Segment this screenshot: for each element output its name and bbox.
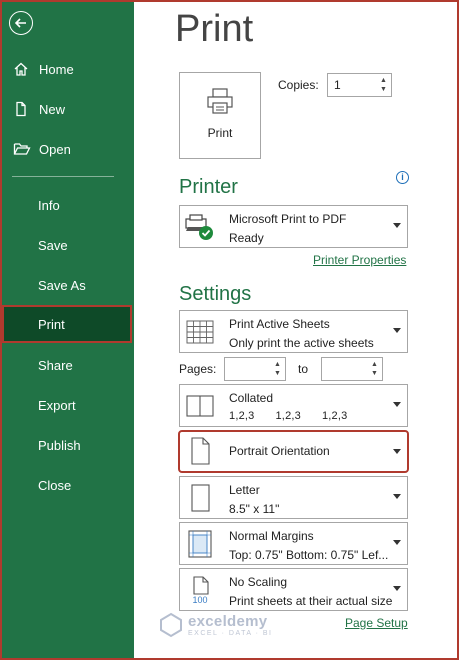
sidebar-item-publish[interactable]: Publish xyxy=(0,427,134,463)
printer-icon xyxy=(207,88,233,114)
printer-ready-icon xyxy=(185,214,213,240)
printer-status: Ready xyxy=(229,231,264,245)
chevron-down-icon xyxy=(393,449,401,454)
back-arrow-icon[interactable] xyxy=(9,11,33,35)
paper-size-dropdown[interactable]: Letter 8.5" x 11" xyxy=(179,476,408,519)
sidebar-item-share[interactable]: Share xyxy=(0,347,134,383)
collation-dropdown[interactable]: Collated 1,2,3 1,2,3 1,2,3 xyxy=(179,384,408,427)
scaling-icon-text: 100 xyxy=(192,595,207,604)
collation-title: Collated xyxy=(229,391,274,405)
new-document-icon xyxy=(13,100,35,118)
chevron-down-icon xyxy=(393,328,401,333)
info-icon[interactable]: i xyxy=(396,171,409,184)
sidebar-item-label: Export xyxy=(38,397,76,413)
chevron-down-icon xyxy=(393,223,401,228)
sidebar-item-info[interactable]: Info xyxy=(0,187,134,223)
settings-section-title: Settings xyxy=(179,283,252,305)
scaling-icon: 100 xyxy=(192,576,209,604)
pages-to-input[interactable]: ▲ ▼ xyxy=(321,357,383,381)
sidebar-item-label: New xyxy=(39,101,66,117)
sidebar-item-label: Info xyxy=(38,197,60,213)
watermark-tagline: EXCEL · DATA · BI xyxy=(188,630,273,637)
paper-size-icon xyxy=(191,484,210,512)
sidebar-item-close[interactable]: Close xyxy=(0,467,134,503)
scaling-dropdown[interactable]: 100 No Scaling Print sheets at their act… xyxy=(179,568,408,611)
sidebar-item-label: Share xyxy=(38,357,73,373)
exceldemy-logo-icon xyxy=(160,612,182,638)
home-icon xyxy=(13,60,35,78)
printer-name: Microsoft Print to PDF xyxy=(229,212,347,226)
margins-title: Normal Margins xyxy=(229,529,314,543)
sidebar-item-label: Open xyxy=(39,141,71,157)
print-what-dropdown[interactable]: Print Active Sheets Only print the activ… xyxy=(179,310,408,353)
page-setup-link[interactable]: Page Setup xyxy=(345,616,408,630)
folder-open-icon xyxy=(13,140,35,158)
sheet-grid-icon xyxy=(186,320,214,344)
sidebar-item-home[interactable]: Home xyxy=(0,51,134,87)
page-title: Print xyxy=(175,8,254,50)
watermark-logo: exceldemy EXCEL · DATA · BI xyxy=(158,612,273,638)
sidebar-item-new[interactable]: New xyxy=(0,91,134,127)
collation-desc: 1,2,3 1,2,3 1,2,3 xyxy=(229,410,348,422)
sidebar-item-label: Publish xyxy=(38,437,81,453)
margins-desc: Top: 0.75" Bottom: 0.75" Lef... xyxy=(229,548,389,562)
chevron-down-icon xyxy=(393,586,401,591)
sidebar-item-label: Home xyxy=(39,61,74,77)
sidebar-item-label: Save xyxy=(38,237,68,253)
chevron-down-icon xyxy=(393,540,401,545)
watermark-name: exceldemy xyxy=(188,613,268,630)
backstage-sidebar: Home New Open Info Save Save As Print Sh… xyxy=(0,0,134,660)
orientation-dropdown[interactable]: Portrait Orientation xyxy=(178,430,409,473)
printer-properties-link[interactable]: Printer Properties xyxy=(313,253,406,267)
spinner-arrows-icon[interactable]: ▲ ▼ xyxy=(370,360,379,378)
print-what-title: Print Active Sheets xyxy=(229,317,330,331)
sidebar-item-export[interactable]: Export xyxy=(0,387,134,423)
printer-dropdown[interactable]: Microsoft Print to PDF Ready xyxy=(179,205,408,248)
printer-section-title: Printer xyxy=(179,176,238,198)
paper-size-desc: 8.5" x 11" xyxy=(229,502,280,516)
copies-value: 1 xyxy=(334,78,341,92)
scaling-desc: Print sheets at their actual size xyxy=(229,594,393,608)
scaling-title: No Scaling xyxy=(229,575,288,589)
collated-pages-icon xyxy=(186,395,214,417)
pages-from-input[interactable]: ▲ ▼ xyxy=(224,357,286,381)
paper-size-title: Letter xyxy=(229,483,260,497)
margins-icon xyxy=(188,530,212,558)
sidebar-item-open[interactable]: Open xyxy=(0,131,134,167)
spinner-arrows-icon[interactable]: ▲ ▼ xyxy=(273,360,282,378)
print-button-label: Print xyxy=(207,126,233,140)
chevron-down-icon xyxy=(393,402,401,407)
spinner-arrows-icon[interactable]: ▲ ▼ xyxy=(379,76,388,94)
sidebar-item-label: Close xyxy=(38,477,72,493)
print-button[interactable]: Print xyxy=(179,72,261,159)
sidebar-item-save[interactable]: Save xyxy=(0,227,134,263)
sidebar-divider xyxy=(12,176,114,177)
copies-label: Copies: xyxy=(278,78,319,92)
margins-dropdown[interactable]: Normal Margins Top: 0.75" Bottom: 0.75" … xyxy=(179,522,408,565)
print-what-desc: Only print the active sheets xyxy=(229,336,374,350)
portrait-page-icon xyxy=(191,437,210,465)
chevron-down-icon xyxy=(393,494,401,499)
pages-label: Pages: xyxy=(179,362,217,376)
sidebar-item-save-as[interactable]: Save As xyxy=(0,267,134,303)
sidebar-item-label: Save As xyxy=(38,277,86,293)
copies-spinner[interactable]: 1 ▲ ▼ xyxy=(327,73,392,97)
print-panel: Print Print Copies: 1 ▲ ▼ Printer i Micro… xyxy=(134,0,459,660)
orientation-title: Portrait Orientation xyxy=(229,444,330,458)
pages-to-label: to xyxy=(298,362,309,376)
sidebar-item-label: Print xyxy=(38,316,65,332)
sidebar-item-print[interactable]: Print xyxy=(2,305,132,343)
